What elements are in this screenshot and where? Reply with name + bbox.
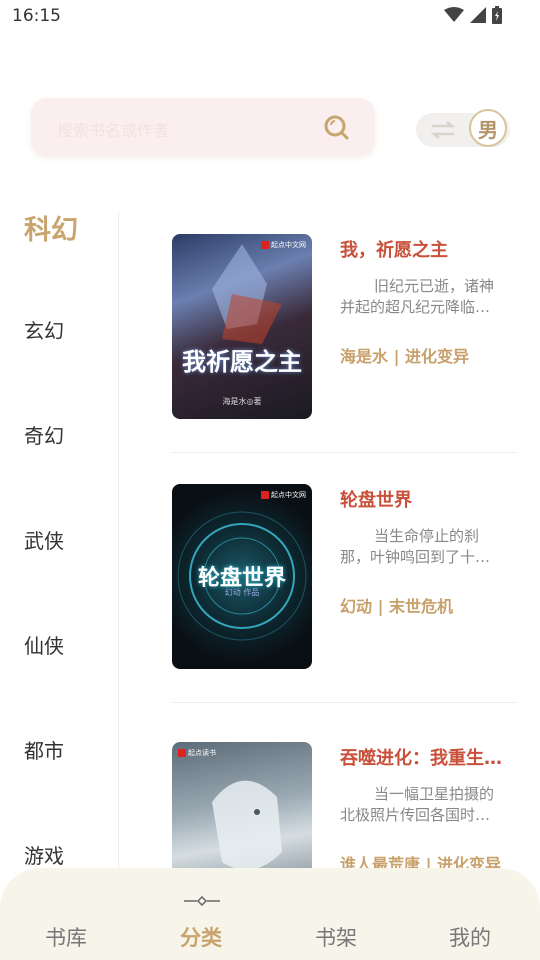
book-cover[interactable]: 起点中文网 轮盘世界 幻动 作品 [172,484,312,669]
category-item-scifi[interactable]: 科幻 [24,208,78,247]
book-divider [172,452,517,453]
book-meta: 幻动 | 末世危机 [340,597,453,616]
book-description: 当一幅卫星拍摄的 北极照片传回各国时… [340,785,495,824]
wifi-icon [444,7,464,22]
active-tab-indicator [184,896,220,906]
battery-icon [492,6,502,24]
bottom-nav: 书库 分类 书架 我的 [0,868,540,960]
category-item-fantasy[interactable]: 奇幻 [24,420,64,449]
nav-tab-bookshelf[interactable]: 书架 [315,922,357,952]
book-cover[interactable]: 起点中文网 我祈愿之主 海是水◎著 [172,234,312,419]
book-divider [172,702,517,703]
book-description: 旧纪元已逝，诸神 并起的超凡纪元降临… [340,277,495,316]
category-item-wuxia[interactable]: 武侠 [24,525,64,554]
nav-tab-mine[interactable]: 我的 [449,922,491,952]
cover-author: 幻动 作品 [224,588,260,597]
category-list: 科幻 玄幻 奇幻 武侠 仙侠 都市 游戏 [0,200,118,870]
category-item-xianxia[interactable]: 仙侠 [24,630,64,659]
gender-knob[interactable]: 男 [469,109,507,147]
nav-tab-library[interactable]: 书库 [45,922,87,952]
book-meta: 海是水 | 进化变异 [340,347,469,366]
category-item-urban[interactable]: 都市 [24,735,64,764]
signal-icon [470,7,486,23]
cover-art [212,244,282,344]
search-input[interactable]: 搜索书名或作者 [31,98,375,156]
gender-toggle[interactable]: 男 [416,109,510,147]
search-icon[interactable] [323,114,349,140]
status-time: 16:15 [12,6,61,26]
book-title[interactable]: 轮盘世界 [340,486,515,512]
category-item-xuanhuan[interactable]: 玄幻 [24,315,64,344]
swap-icon [430,121,456,139]
category-item-game[interactable]: 游戏 [24,840,64,869]
status-icons [444,6,502,24]
cover-title: 我祈愿之主 [182,347,302,376]
book-title[interactable]: 吞噬进化：我重生… [340,744,515,770]
search-placeholder: 搜索书名或作者 [57,121,170,140]
status-bar: 16:15 [0,0,540,34]
nav-tab-category[interactable]: 分类 [180,922,222,952]
book-title[interactable]: 我，祈愿之主 [340,236,515,262]
book-list: 起点中文网 我祈愿之主 海是水◎著 我，祈愿之主 旧纪元已逝，诸神 并起的超凡纪… [160,200,540,927]
cover-author: 海是水◎著 [222,397,262,406]
book-description: 当生命停止的刹 那，叶钟鸣回到了十… [340,527,491,566]
category-divider [118,212,119,872]
